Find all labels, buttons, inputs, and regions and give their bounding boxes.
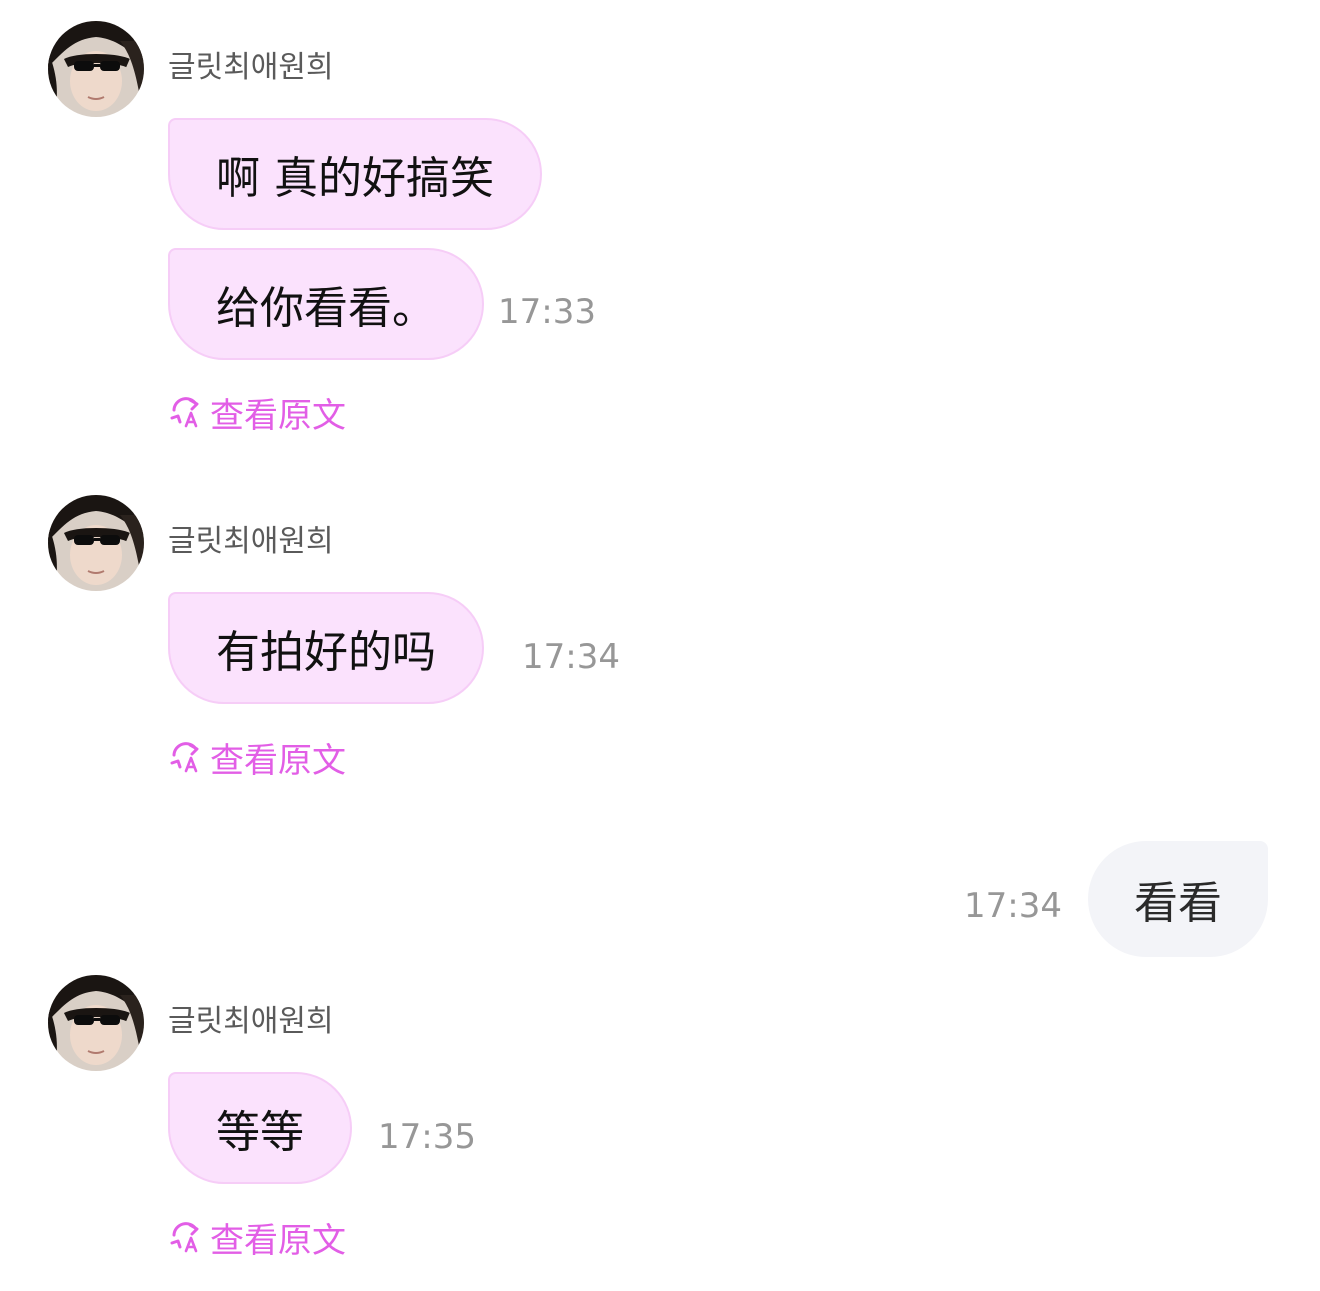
sender-avatar[interactable] [48,21,144,117]
sender-name: 글릿최애원희 [168,1004,334,1039]
incoming-message-bubble[interactable]: 有拍好的吗 [168,592,484,704]
view-original-label: 查看原文 [210,740,346,781]
incoming-message-bubble[interactable]: 等等 [168,1072,352,1184]
incoming-message-bubble[interactable]: 给你看看。 [168,248,484,360]
translate-icon [168,739,204,775]
sender-name: 글릿최애원희 [168,50,334,85]
view-original-label: 查看原文 [210,1220,346,1261]
sender-avatar[interactable] [48,975,144,1071]
view-original-label: 查看原文 [210,395,346,436]
incoming-message-bubble[interactable]: 啊 真的好搞笑 [168,118,542,230]
outgoing-message-bubble[interactable]: 看看 [1088,841,1268,957]
message-timestamp: 17:34 [964,886,1062,926]
view-original-link[interactable]: 查看原文 [168,1215,346,1261]
message-timestamp: 17:33 [498,292,596,332]
sender-avatar[interactable] [48,495,144,591]
view-original-link[interactable]: 查看原文 [168,735,346,781]
sender-name: 글릿최애원희 [168,524,334,559]
view-original-link[interactable]: 查看原文 [168,390,346,436]
message-timestamp: 17:35 [378,1117,476,1157]
message-timestamp: 17:34 [522,637,620,677]
translate-icon [168,394,204,430]
translate-icon [168,1219,204,1255]
